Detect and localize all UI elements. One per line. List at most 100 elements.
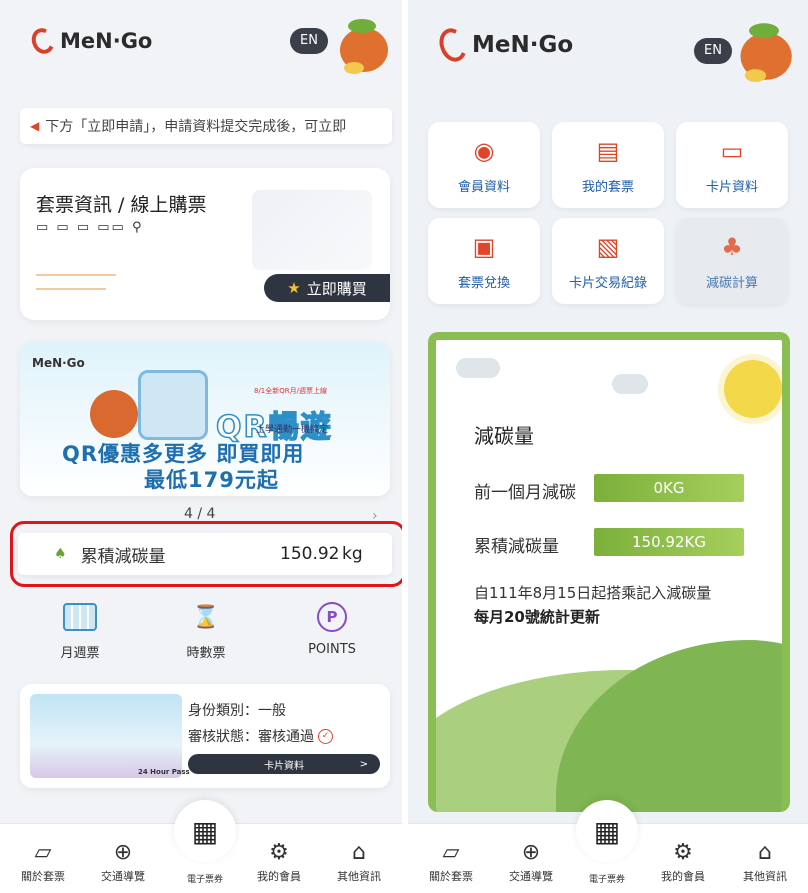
bottom-nav: ▱ 關於套票 ⊕ 交通導覽 ▦ 電子票券 ⚙ 我的會員 ⌂ 其他資訊 xyxy=(408,800,808,893)
card-icon: ▭ xyxy=(720,137,744,165)
banner-pager: 4 / 4 xyxy=(184,506,216,522)
gift-icon: ▣ xyxy=(472,233,496,261)
nav-label: 交通導覽 xyxy=(101,870,145,883)
buy-now-label: 立即購買 xyxy=(306,279,367,298)
carbon-title: 減碳量 xyxy=(474,424,534,448)
prev-month-value: 0KG xyxy=(594,474,744,502)
review-status-text: 審核狀態：審核通過 xyxy=(188,729,314,745)
mengo-logo: MeN·Go xyxy=(434,24,574,66)
card-image xyxy=(30,694,182,778)
buy-now-button[interactable]: ★ 立即購買 xyxy=(264,274,390,302)
member-settings-icon: ⚙ xyxy=(269,840,289,865)
total-carbon-label: 累積減碳量 xyxy=(474,537,559,557)
card-info-panel: 24 Hour Pass 身份類別：一般 審核狀態：審核通過 ✓ 卡片資料 > xyxy=(20,684,390,788)
member-icon: ◉ xyxy=(473,137,495,165)
nav-about-tickets[interactable]: ▱ 關於套票 xyxy=(416,840,486,884)
banner-logo: MeN·Go xyxy=(32,356,85,370)
bottom-nav: ▱ 關於套票 ⊕ 交通導覽 ▦ 電子票券 ⚙ 我的會員 ⌂ 其他資訊 xyxy=(0,800,402,893)
nav-label: 其他資訊 xyxy=(743,870,787,883)
nav-label: 我的會員 xyxy=(257,870,301,883)
star-icon: ★ xyxy=(287,279,301,297)
announcement-marquee[interactable]: ◀ 下方「立即申請」，申請資料提交完成後，可立即 xyxy=(20,108,392,144)
right-screen: MeN·Go EN ◉ 會員資料 ▤ 我的套票 ▭ 卡片資料 ▣ 套票兌換 ▧ … xyxy=(408,0,808,893)
nav-qr-label: 電子票券 xyxy=(186,875,223,885)
nav-other-info[interactable]: ⌂ 其他資訊 xyxy=(324,840,394,884)
nav-qr-label: 電子票券 xyxy=(588,875,625,885)
grid-label: 我的套票 xyxy=(581,180,634,195)
grid-label: 卡片交易紀錄 xyxy=(568,276,647,291)
grid-carbon-calc[interactable]: ♣ 減碳計算 xyxy=(676,218,788,304)
tickets-icon: ▱ xyxy=(442,840,460,865)
carbon-icon: ♣ xyxy=(721,233,743,261)
ticket-icon: ▤ xyxy=(596,137,620,165)
qr-promo-banner[interactable]: MeN·Go 8/1全新QR月/週票上線 QR暢遊 上學通勤一機搞定 QR優惠多… xyxy=(20,342,390,496)
banner-line2: 最低179元起 xyxy=(144,468,279,492)
nav-my-member[interactable]: ⚙ 我的會員 xyxy=(244,840,314,884)
hourglass-icon: ⌛ xyxy=(192,604,220,630)
hill-shape xyxy=(556,640,782,812)
nav-traffic-guide[interactable]: ⊕ 交通導覽 xyxy=(88,840,158,884)
ticket-info-card[interactable]: 套票資訊 / 線上購票 ▭ ▭ ▭ ▭▭ ⚲ ★ 立即購買 xyxy=(20,168,390,320)
nav-label: 交通導覽 xyxy=(509,870,553,883)
megaphone-icon: ◀ xyxy=(30,119,40,133)
nav-other-info[interactable]: ⌂ 其他資訊 xyxy=(730,840,800,884)
monthly-ticket-button[interactable]: 月週票 xyxy=(20,600,140,661)
grid-ticket-exchange[interactable]: ▣ 套票兌換 xyxy=(428,218,540,304)
phone-qr-icon xyxy=(138,370,208,440)
logo-mark-icon xyxy=(28,25,58,57)
carbon-update-note: 每月20號統計更新 xyxy=(474,608,600,626)
banner-mascot-icon xyxy=(90,390,138,438)
grid-member-info[interactable]: ◉ 會員資料 xyxy=(428,122,540,208)
nav-label: 關於套票 xyxy=(21,870,65,883)
nav-label: 關於套票 xyxy=(429,870,473,883)
points-button[interactable]: P POINTS xyxy=(272,600,392,657)
review-status: 審核狀態：審核通過 ✓ xyxy=(188,726,333,746)
hourly-ticket-button[interactable]: ⌛ 時數票 xyxy=(146,600,266,662)
cloud-icon xyxy=(456,358,500,378)
nav-about-tickets[interactable]: ▱ 關於套票 xyxy=(8,840,78,884)
map-icon: ⊕ xyxy=(521,840,541,865)
banner-small-text: 8/1全新QR月/週票上線 xyxy=(254,387,327,395)
points-icon: P xyxy=(317,602,347,632)
grid-label: 套票兌換 xyxy=(457,276,510,291)
nav-label: 其他資訊 xyxy=(337,870,381,883)
nav-my-member[interactable]: ⚙ 我的會員 xyxy=(648,840,718,884)
banner-subtitle: 上學通勤一機搞定 xyxy=(256,425,329,435)
grid-card-data[interactable]: ▭ 卡片資料 xyxy=(676,122,788,208)
mengo-logo: MeN·Go xyxy=(28,25,153,57)
marquee-text: 下方「立即申請」，申請資料提交完成後，可立即 xyxy=(45,119,347,135)
quick-label: POINTS xyxy=(308,642,356,657)
ticket-card-title: 套票資訊 / 線上購票 xyxy=(36,194,207,216)
calendar-icon xyxy=(63,603,97,631)
cloud-icon xyxy=(612,374,648,394)
qr-icon[interactable]: ▦ xyxy=(174,800,236,862)
logo-text: MeN·Go xyxy=(60,29,153,53)
language-button[interactable]: EN xyxy=(694,38,732,64)
quick-label: 月週票 xyxy=(60,646,100,661)
prev-month-label: 前一個月減碳 xyxy=(474,483,576,503)
card-image-text: 24 Hour Pass xyxy=(138,768,190,776)
carbon-panel: 減碳量 前一個月減碳 0KG 累積減碳量 150.92KG 自111年8月15日… xyxy=(428,332,790,812)
left-screen: MeN·Go EN ◀ 下方「立即申請」，申請資料提交完成後，可立即 套票資訊 … xyxy=(0,0,402,893)
sun-icon xyxy=(724,360,782,418)
nav-traffic-guide[interactable]: ⊕ 交通導覽 xyxy=(496,840,566,884)
grid-card-transactions[interactable]: ▧ 卡片交易紀錄 xyxy=(552,218,664,304)
mascot-icon xyxy=(340,19,388,74)
mascot-icon xyxy=(740,23,792,82)
record-icon: ▧ xyxy=(596,233,620,261)
quick-label: 時數票 xyxy=(186,646,226,661)
language-button[interactable]: EN xyxy=(290,28,328,54)
transport-icons: ▭ ▭ ▭ ▭▭ ⚲ xyxy=(36,220,144,235)
check-circle-icon: ✓ xyxy=(318,728,333,744)
grid-label: 卡片資料 xyxy=(705,180,758,195)
qr-icon[interactable]: ▦ xyxy=(576,800,638,862)
card-data-label: 卡片資料 xyxy=(264,760,304,772)
arrow-right-icon: > xyxy=(359,758,368,770)
logo-text: MeN·Go xyxy=(472,32,574,58)
member-settings-icon: ⚙ xyxy=(673,840,693,865)
grid-label: 會員資料 xyxy=(457,180,510,195)
carbon-note: 自111年8月15日起搭乘記入減碳量 xyxy=(474,584,712,602)
card-data-button[interactable]: 卡片資料 > xyxy=(188,754,380,774)
info-icon: ⌂ xyxy=(758,840,772,865)
grid-my-tickets[interactable]: ▤ 我的套票 xyxy=(552,122,664,208)
